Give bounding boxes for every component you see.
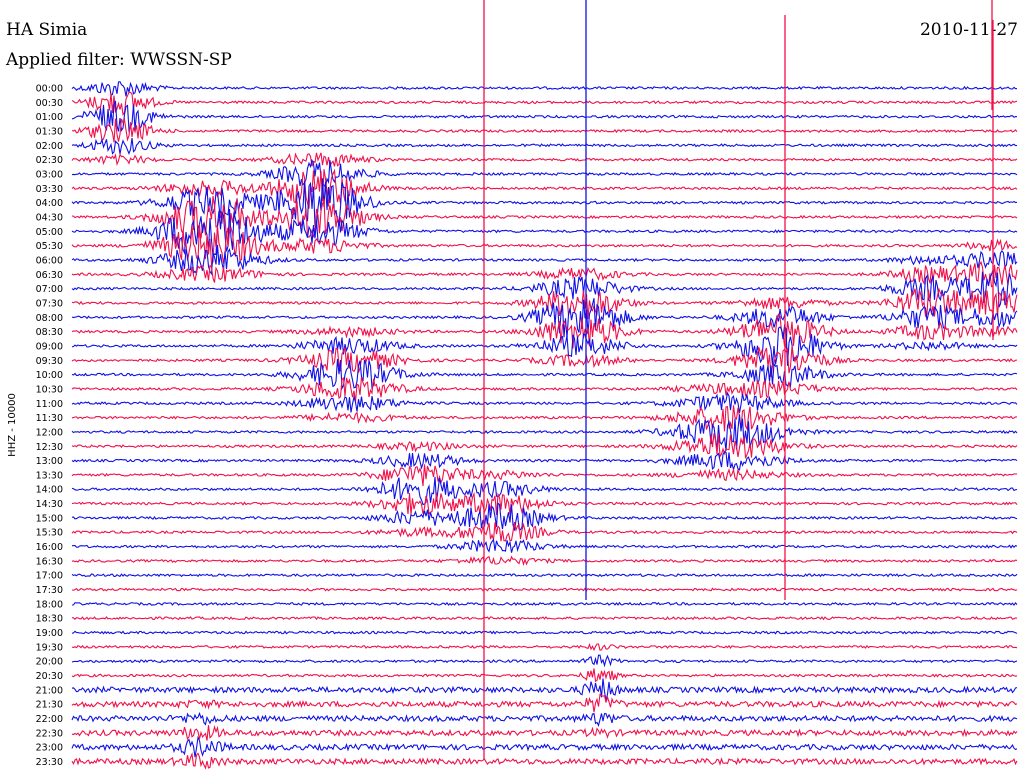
trace-line xyxy=(71,555,1018,567)
hour-label: 12:00 xyxy=(36,427,63,438)
trace-group xyxy=(71,0,1018,770)
hour-label: 15:00 xyxy=(36,513,63,524)
trace-line xyxy=(71,724,1018,741)
trace-line xyxy=(71,654,1018,668)
hour-label: 21:00 xyxy=(36,685,63,696)
trace-line xyxy=(71,678,1018,701)
hour-label: 10:00 xyxy=(36,370,63,381)
trace-line xyxy=(71,643,1018,652)
hour-label: 00:30 xyxy=(36,98,63,109)
hour-label: 14:30 xyxy=(36,499,63,510)
hour-label: 07:00 xyxy=(36,284,63,295)
hour-label: 18:30 xyxy=(36,614,63,625)
hour-label: 17:00 xyxy=(36,571,63,582)
hour-label: 21:30 xyxy=(36,700,63,711)
hour-label: 01:30 xyxy=(36,126,63,137)
hour-label: 08:30 xyxy=(36,327,63,338)
hour-label: 05:30 xyxy=(36,241,63,252)
trace-line xyxy=(71,538,1018,553)
trace-line xyxy=(71,711,1018,727)
hour-label: 09:30 xyxy=(36,356,63,367)
hour-label: 16:00 xyxy=(36,542,63,553)
hour-label: 12:30 xyxy=(36,442,63,453)
trace-line xyxy=(71,668,1018,683)
trace-line xyxy=(71,491,1018,516)
trace-line xyxy=(71,391,1018,413)
trace-line xyxy=(71,587,1018,592)
hour-label: 11:30 xyxy=(36,413,63,424)
hour-label: 09:00 xyxy=(36,341,63,352)
trace-line xyxy=(71,693,1018,713)
trace-line xyxy=(71,464,1018,487)
trace-line xyxy=(71,158,1018,189)
hour-label: 03:30 xyxy=(36,184,63,195)
trace-line xyxy=(71,405,1017,432)
trace-line xyxy=(71,476,1018,506)
trace-line xyxy=(71,100,1018,133)
trace-line xyxy=(71,81,1018,97)
hour-label: 04:30 xyxy=(36,212,63,223)
hour-label: 02:30 xyxy=(36,155,63,166)
hour-label: 14:00 xyxy=(36,485,63,496)
hour-label: 16:30 xyxy=(36,556,63,567)
y-axis-label: HHZ - 10000 xyxy=(7,393,18,457)
hour-label: 08:00 xyxy=(36,313,63,324)
trace-line xyxy=(71,346,1018,377)
trace-line xyxy=(71,735,1018,758)
trace-line xyxy=(71,376,1018,402)
hour-label: 18:00 xyxy=(36,599,63,610)
hour-label: 23:00 xyxy=(36,743,63,754)
hour-label: 19:00 xyxy=(36,628,63,639)
hour-label: 05:00 xyxy=(36,227,63,238)
hour-label: 10:30 xyxy=(36,384,63,395)
trace-line xyxy=(71,260,1018,288)
trace-line xyxy=(71,601,1018,607)
hour-label: 22:00 xyxy=(36,714,63,725)
trace-line xyxy=(71,630,1018,635)
trace-line xyxy=(71,137,1017,155)
hour-label: 02:00 xyxy=(36,141,63,152)
trace-line xyxy=(71,573,1018,578)
trace-line xyxy=(72,616,1018,621)
hour-label: 17:30 xyxy=(36,585,63,596)
hour-label-group: 00:00 00:30 01:00 01:30 02:00 02:30 03:00 03:30… xyxy=(36,84,63,769)
hour-label: 13:00 xyxy=(36,456,63,467)
trace-line xyxy=(71,152,1018,167)
hour-label: 11:00 xyxy=(36,399,63,410)
hour-label: 07:30 xyxy=(36,298,63,309)
trace-line xyxy=(71,521,1018,542)
trace-line xyxy=(71,451,1018,472)
hour-label: 19:30 xyxy=(36,642,63,653)
hour-label: 15:30 xyxy=(36,528,63,539)
hour-label: 20:30 xyxy=(36,671,63,682)
hour-label: 13:30 xyxy=(36,470,63,481)
hour-label: 03:00 xyxy=(36,169,63,180)
hour-label: 23:30 xyxy=(36,757,63,768)
hour-label: 22:30 xyxy=(36,728,63,739)
hour-label: 06:30 xyxy=(36,270,63,281)
trace-line xyxy=(71,91,1018,116)
trace-line xyxy=(71,118,1018,143)
trace-line xyxy=(71,751,1018,770)
hour-label: 20:00 xyxy=(36,657,63,668)
trace-line xyxy=(71,502,1018,531)
hour-label: 00:00 xyxy=(36,84,63,95)
trace-line xyxy=(71,433,1018,459)
hour-label: 06:00 xyxy=(36,255,63,266)
helicorder-plot: 00:00 00:30 01:00 01:30 02:00 02:30 03:00 03:30… xyxy=(7,0,1018,770)
hour-label: 04:00 xyxy=(36,198,63,209)
hour-label: 01:00 xyxy=(36,112,63,123)
